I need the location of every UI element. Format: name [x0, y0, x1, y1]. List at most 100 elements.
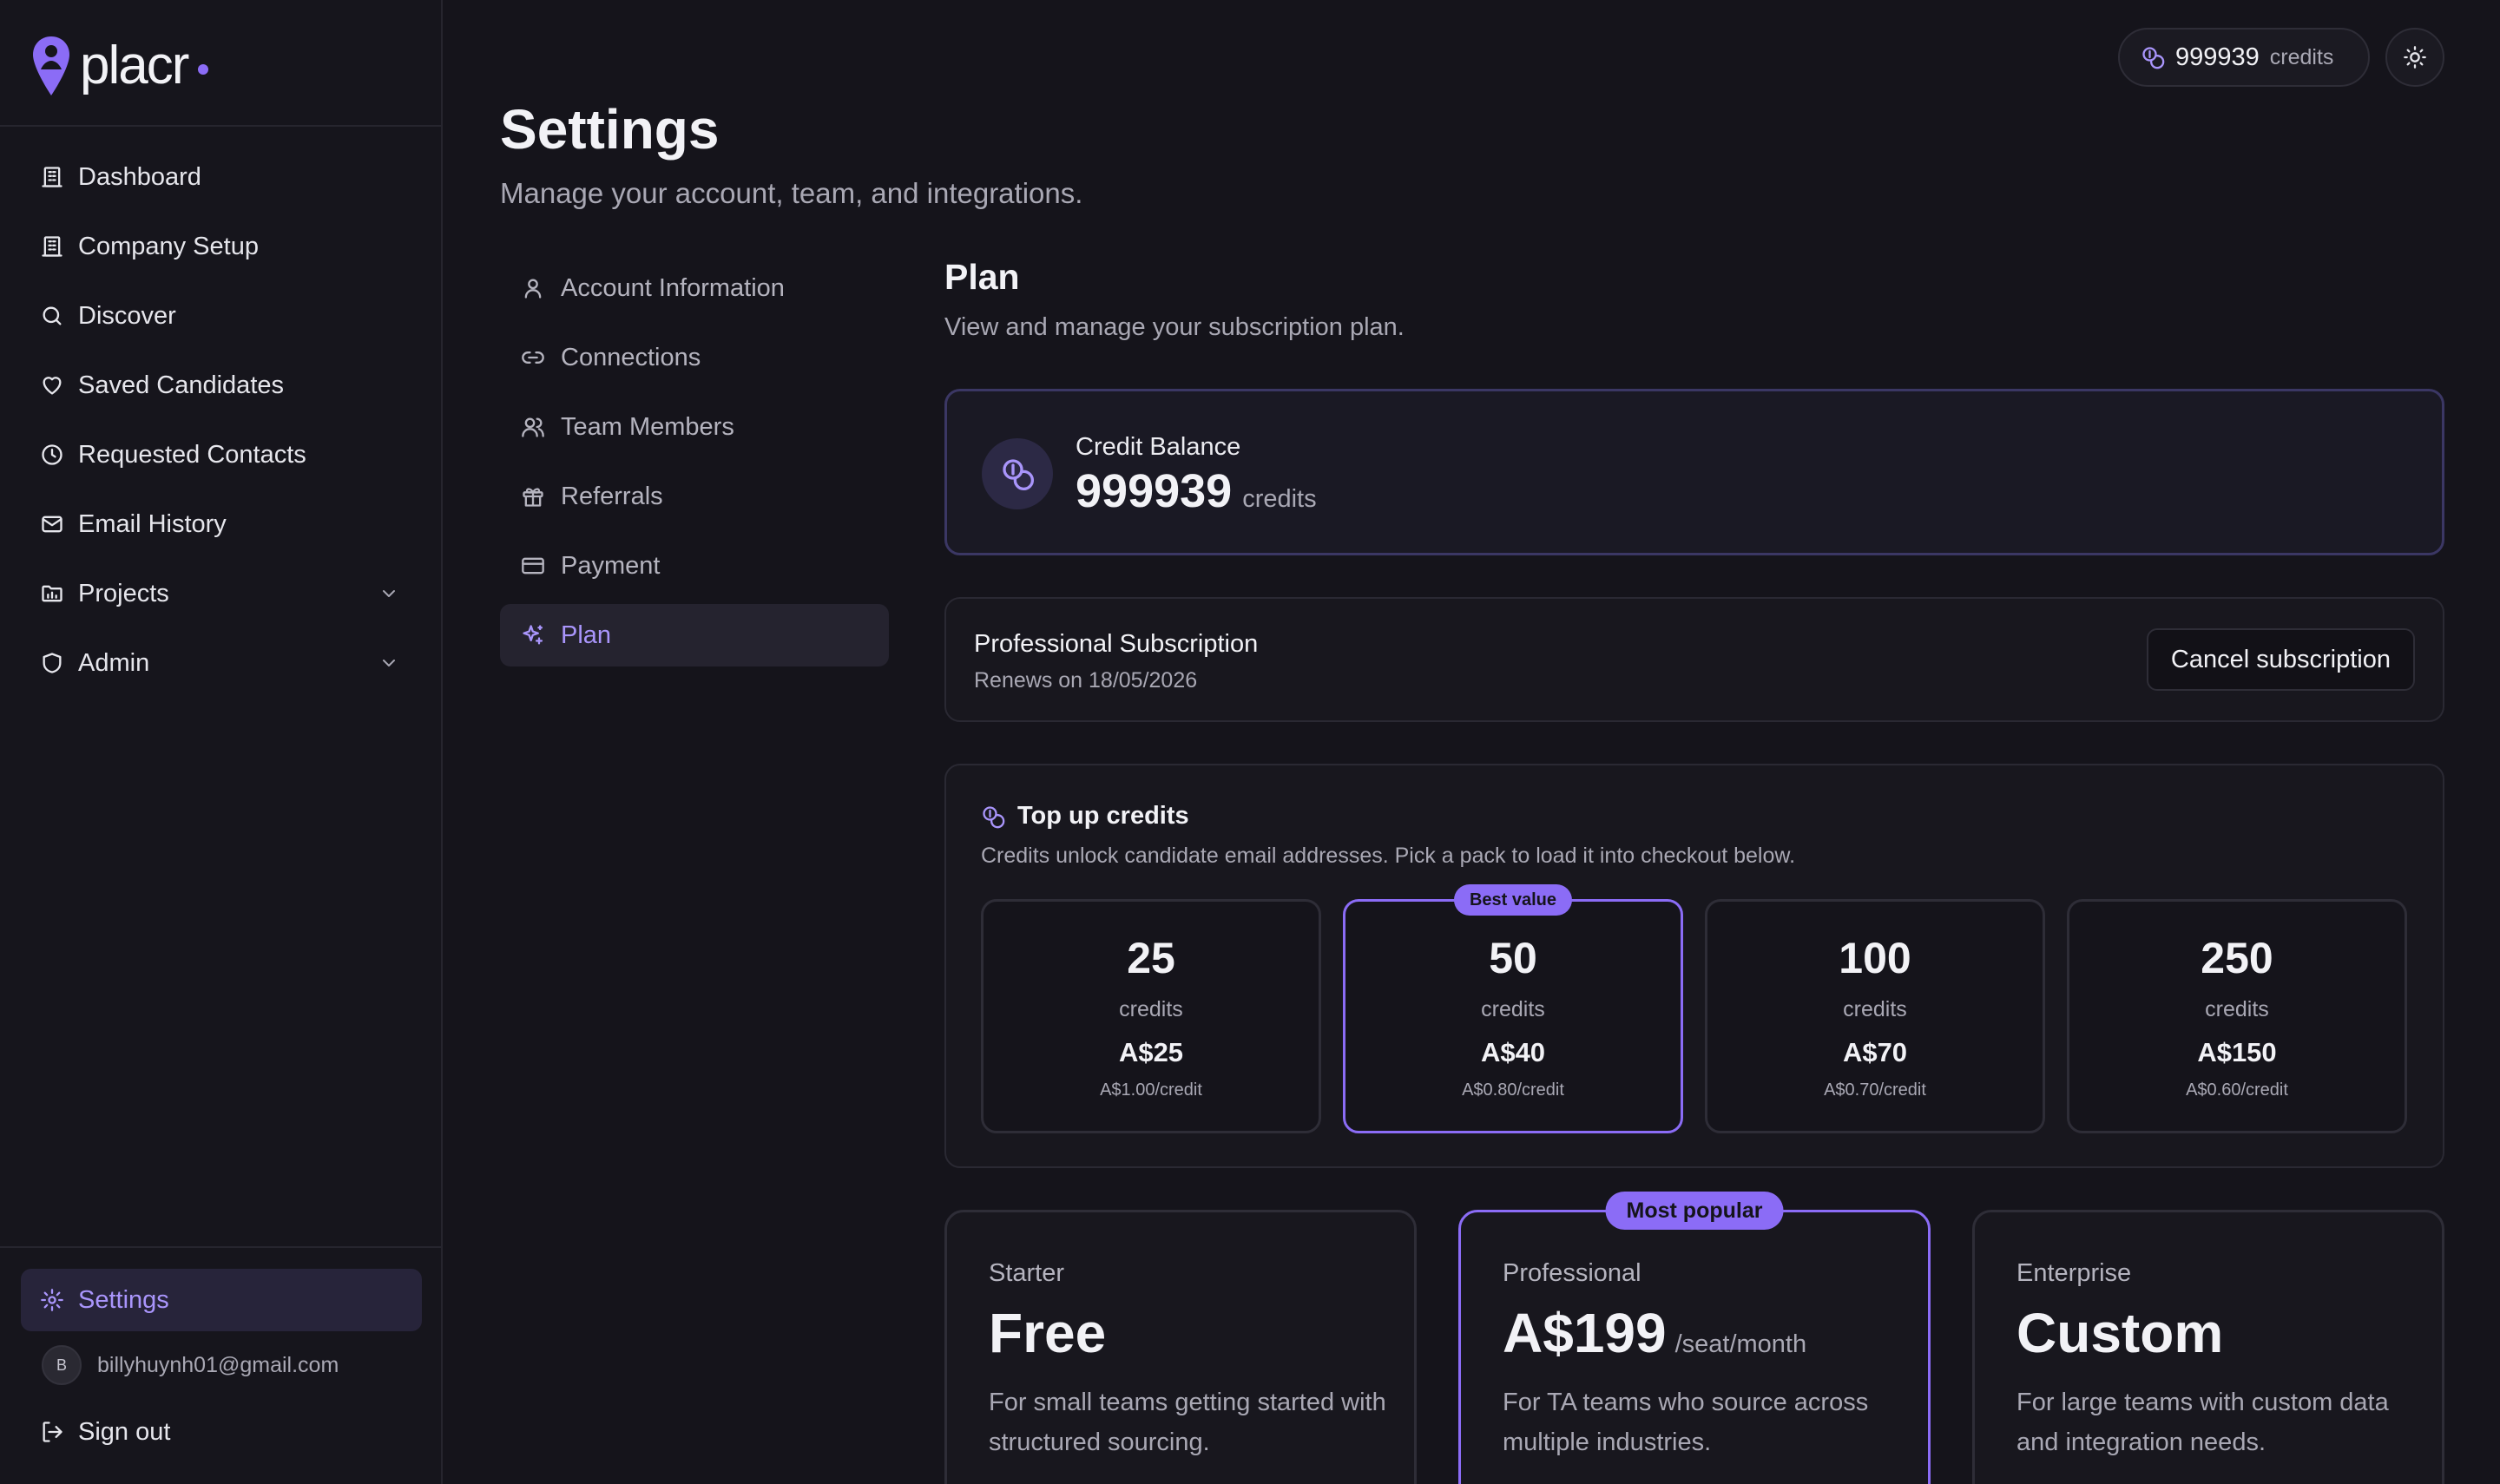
credits-count: 999939	[2175, 43, 2260, 71]
plan-price-value: A$199	[1503, 1302, 1667, 1364]
credit-balance-value: 999939 credits	[1076, 464, 1317, 518]
heart-icon	[43, 377, 62, 395]
pack-per-credit: A$0.80/credit	[1462, 1080, 1564, 1100]
plan-name: Enterprise	[2016, 1259, 2132, 1287]
pack-per-credit: A$0.60/credit	[2186, 1080, 2288, 1100]
sidebar-item-label: Company Setup	[78, 232, 259, 260]
divider	[0, 1246, 443, 1248]
main-nav: Dashboard Company Setup Discover Saved C…	[21, 146, 422, 701]
credit-pack-25[interactable]: 25 credits A$25 A$1.00/credit	[981, 899, 1321, 1133]
credit-balance-label: Credit Balance	[1076, 433, 1241, 461]
sign-out-label: Sign out	[78, 1417, 171, 1446]
sidebar-item-company-setup[interactable]: Company Setup	[21, 215, 422, 278]
credit-pack-50[interactable]: Best value 50 credits A$40 A$0.80/credit	[1343, 884, 1683, 1133]
section-title: Plan	[944, 257, 1020, 297]
plan-section: Plan View and manage your subscription p…	[944, 257, 2444, 342]
folder-chart-icon	[42, 585, 62, 602]
building-icon	[42, 236, 62, 257]
credit-card-icon	[522, 557, 544, 575]
subscription-card: Professional Subscription Renews on 18/0…	[944, 597, 2444, 722]
location-pin-icon	[33, 36, 69, 95]
tab-referrals[interactable]: Referrals	[500, 465, 889, 528]
sidebar-item-label: Dashboard	[78, 162, 201, 191]
section-subtitle: View and manage your subscription plan.	[944, 313, 1405, 341]
tab-team-members[interactable]: Team Members	[500, 396, 889, 458]
divider	[0, 125, 443, 127]
plan-price-unit: /seat/month	[1674, 1330, 1807, 1358]
plan-price: Free	[989, 1301, 1106, 1365]
tab-payment[interactable]: Payment	[500, 535, 889, 597]
pack-per-credit: A$1.00/credit	[1100, 1080, 1202, 1100]
mail-icon	[42, 515, 62, 533]
subscription-name: Professional Subscription	[974, 630, 1259, 658]
user-account[interactable]: B billyhuynh01@gmail.com	[42, 1343, 339, 1387]
sparkles-icon	[523, 625, 543, 645]
avatar: B	[42, 1345, 82, 1385]
sidebar-item-saved-candidates[interactable]: Saved Candidates	[21, 354, 422, 417]
users-icon	[522, 417, 544, 437]
credit-balance-card: Credit Balance 999939 credits	[944, 389, 2444, 555]
tab-label: Plan	[561, 621, 612, 649]
tab-label: Referrals	[561, 482, 663, 510]
sidebar-item-settings[interactable]: Settings	[21, 1269, 422, 1331]
plan-price: Custom	[2016, 1301, 2223, 1365]
sidebar-item-label: Projects	[78, 579, 169, 607]
credit-pack-100[interactable]: 100 credits A$70 A$0.70/credit	[1705, 899, 2045, 1133]
pack-unit: credits	[1119, 997, 1183, 1021]
pack-credits: 50	[1489, 934, 1537, 982]
top-up-header: Top up credits	[981, 802, 1189, 831]
pack-unit: credits	[1481, 997, 1545, 1021]
tab-label: Payment	[561, 551, 661, 580]
page-subtitle: Manage your account, team, and integrati…	[500, 177, 1083, 209]
plan-name: Starter	[989, 1259, 1065, 1287]
top-up-card: Top up credits Credits unlock candidate …	[944, 764, 2444, 1168]
shield-icon	[43, 653, 62, 673]
plan-card-starter[interactable]: Starter Free For small teams getting sta…	[944, 1210, 1417, 1484]
coins-icon	[982, 438, 1053, 509]
tab-plan[interactable]: Plan	[500, 604, 889, 666]
sidebar-item-requested-contacts[interactable]: Requested Contacts	[21, 424, 422, 486]
best-value-badge: Best value	[1453, 884, 1573, 916]
credits-label: credits	[2269, 44, 2334, 69]
search-icon	[43, 306, 62, 325]
sign-out-icon	[43, 1422, 62, 1442]
sidebar-item-email-history[interactable]: Email History	[21, 493, 422, 555]
clock-icon	[42, 444, 62, 465]
tab-connections[interactable]: Connections	[500, 326, 889, 389]
sidebar-item-label: Email History	[78, 509, 227, 538]
pack-price: A$70	[1842, 1037, 1908, 1067]
plan-card-professional[interactable]: Most popular Professional A$199 /seat/mo…	[1458, 1192, 1931, 1484]
gear-icon	[41, 1289, 63, 1311]
pack-price: A$40	[1480, 1037, 1546, 1067]
sidebar: placr Dashboard Company Setup Discover S…	[0, 0, 443, 1484]
plan-price-value: Custom	[2016, 1302, 2224, 1364]
most-popular-badge: Most popular	[1605, 1192, 1784, 1230]
plan-card-enterprise[interactable]: Enterprise Custom For large teams with c…	[1972, 1210, 2444, 1484]
sidebar-item-label: Admin	[78, 648, 150, 677]
pack-unit: credits	[2205, 997, 2269, 1021]
sign-out-button[interactable]: Sign out	[40, 1401, 170, 1463]
tab-label: Team Members	[561, 412, 734, 441]
sidebar-item-admin[interactable]: Admin	[21, 632, 422, 694]
coins-icon	[2142, 47, 2165, 69]
chevron-down-icon[interactable]	[378, 583, 399, 604]
cancel-subscription-button[interactable]: Cancel subscription	[2146, 628, 2415, 691]
user-icon	[524, 279, 542, 299]
chevron-down-icon[interactable]	[378, 653, 399, 673]
sidebar-item-label: Requested Contacts	[78, 440, 306, 469]
tab-account-information[interactable]: Account Information	[500, 257, 889, 319]
sidebar-item-dashboard[interactable]: Dashboard	[21, 146, 422, 208]
subscription-renewal: Renews on 18/05/2026	[974, 668, 1198, 693]
sidebar-item-label: Discover	[78, 301, 176, 330]
pack-credits: 25	[1127, 934, 1175, 982]
theme-toggle-button[interactable]	[2385, 28, 2444, 87]
sidebar-item-projects[interactable]: Projects	[21, 562, 422, 625]
credits-indicator[interactable]: 999939 credits	[2118, 28, 2370, 87]
top-up-title: Top up credits	[1017, 802, 1189, 830]
sun-icon	[2404, 46, 2426, 69]
sidebar-item-discover[interactable]: Discover	[21, 285, 422, 347]
logo[interactable]: placr	[31, 35, 209, 97]
tab-label: Connections	[561, 343, 701, 371]
credit-pack-250[interactable]: 250 credits A$150 A$0.60/credit	[2067, 899, 2407, 1133]
logo-text: placr	[80, 36, 189, 95]
